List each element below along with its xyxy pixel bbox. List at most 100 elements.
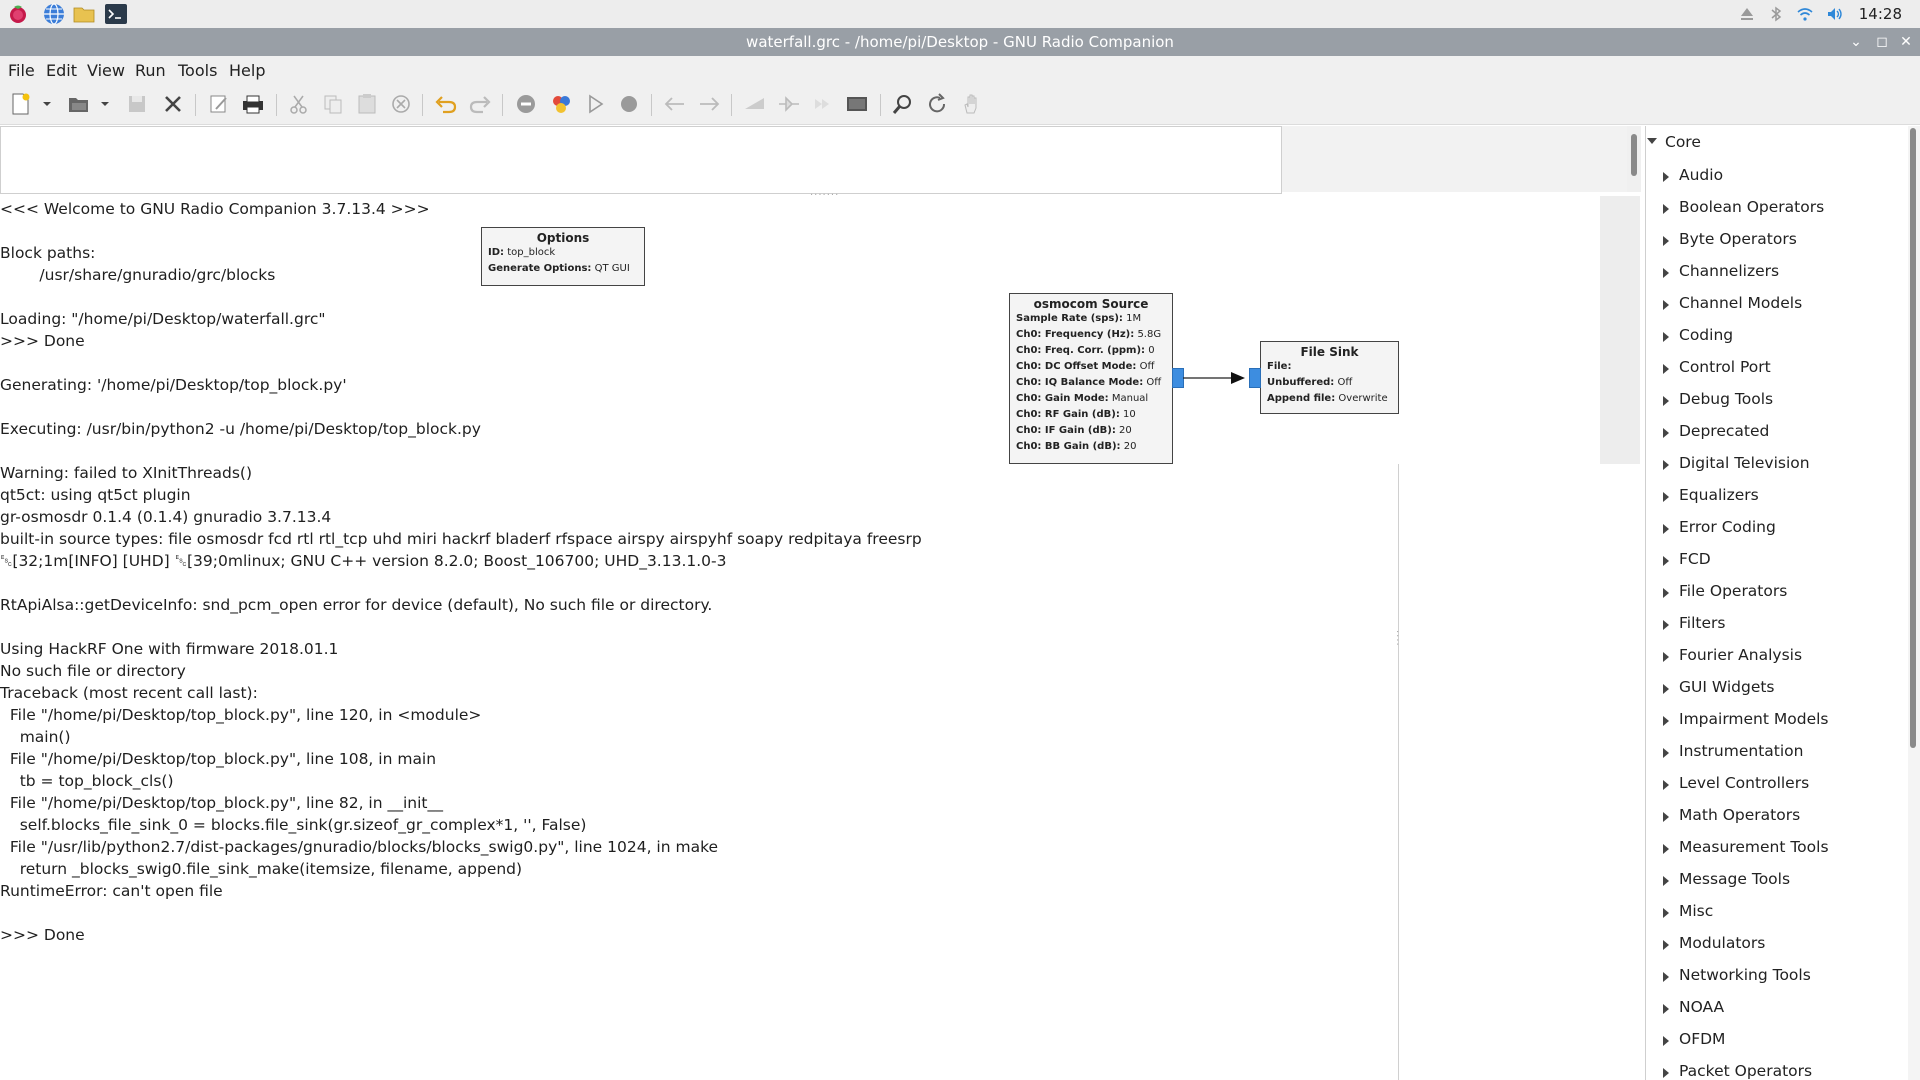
volume-icon[interactable]	[1826, 5, 1844, 23]
file-manager-icon[interactable]	[72, 2, 96, 26]
library-root-core[interactable]: Core	[1665, 133, 1701, 151]
collapsed-arrow-icon[interactable]	[1663, 684, 1669, 694]
kill-icon[interactable]	[616, 92, 642, 116]
new-dropdown-icon[interactable]	[40, 92, 54, 116]
variable-editor[interactable]	[0, 126, 1282, 194]
library-category[interactable]: Misc	[1679, 902, 1713, 920]
reload-icon[interactable]	[924, 92, 950, 116]
vertical-splitter-handle[interactable]: ····	[1391, 630, 1402, 647]
collapsed-arrow-icon[interactable]	[1663, 812, 1669, 822]
library-category[interactable]: NOAA	[1679, 998, 1724, 1016]
raspberry-menu-icon[interactable]	[6, 2, 30, 26]
library-category[interactable]: Channel Models	[1679, 294, 1802, 312]
library-category[interactable]: FCD	[1679, 550, 1711, 568]
web-browser-icon[interactable]	[42, 2, 66, 26]
terminal-icon[interactable]	[104, 2, 128, 26]
copy-icon[interactable]	[320, 92, 346, 116]
menu-view[interactable]: View	[87, 61, 125, 80]
library-category[interactable]: Instrumentation	[1679, 742, 1803, 760]
undo-icon[interactable]	[433, 92, 459, 116]
collapsed-arrow-icon[interactable]	[1663, 236, 1669, 246]
close-file-icon[interactable]	[160, 92, 186, 116]
collapsed-arrow-icon[interactable]	[1663, 652, 1669, 662]
open-dropdown-icon[interactable]	[98, 92, 112, 116]
library-category[interactable]: Equalizers	[1679, 486, 1759, 504]
collapsed-arrow-icon[interactable]	[1663, 172, 1669, 182]
wifi-icon[interactable]	[1796, 5, 1814, 23]
variable-scrollbar-thumb[interactable]	[1631, 134, 1637, 176]
collapsed-arrow-icon[interactable]	[1663, 908, 1669, 918]
collapsed-arrow-icon[interactable]	[1663, 972, 1669, 982]
new-icon[interactable]	[8, 92, 34, 116]
collapsed-arrow-icon[interactable]	[1663, 396, 1669, 406]
delete-icon[interactable]	[388, 92, 414, 116]
library-category[interactable]: Packet Operators	[1679, 1062, 1812, 1080]
maximize-icon[interactable]: ◻	[1872, 32, 1892, 52]
print-icon[interactable]	[240, 92, 266, 116]
collapsed-arrow-icon[interactable]	[1663, 332, 1669, 342]
osmocom-source-block[interactable]: osmocom Source Sample Rate (sps): 1M Ch0…	[1009, 293, 1173, 464]
collapsed-arrow-icon[interactable]	[1663, 268, 1669, 278]
cut-icon[interactable]	[286, 92, 312, 116]
collapsed-arrow-icon[interactable]	[1663, 460, 1669, 470]
collapsed-arrow-icon[interactable]	[1663, 492, 1669, 502]
collapsed-arrow-icon[interactable]	[1663, 780, 1669, 790]
library-category[interactable]: Byte Operators	[1679, 230, 1797, 248]
library-category[interactable]: Measurement Tools	[1679, 838, 1829, 856]
file-sink-block[interactable]: File Sink File: Unbuffered: Off Append f…	[1260, 341, 1399, 414]
collapsed-arrow-icon[interactable]	[1663, 588, 1669, 598]
collapsed-arrow-icon[interactable]	[1663, 204, 1669, 214]
expanded-arrow-icon[interactable]	[1647, 138, 1657, 144]
collapsed-arrow-icon[interactable]	[1663, 556, 1669, 566]
save-icon[interactable]	[124, 92, 150, 116]
library-category[interactable]: Impairment Models	[1679, 710, 1829, 728]
collapsed-arrow-icon[interactable]	[1663, 748, 1669, 758]
menu-file[interactable]: File	[8, 61, 35, 80]
screenshot-icon[interactable]	[844, 92, 870, 116]
menu-run[interactable]: Run	[135, 61, 166, 80]
collapsed-arrow-icon[interactable]	[1663, 1068, 1669, 1078]
library-category[interactable]: Boolean Operators	[1679, 198, 1824, 216]
library-category[interactable]: OFDM	[1679, 1030, 1725, 1048]
library-category[interactable]: Modulators	[1679, 934, 1765, 952]
collapsed-arrow-icon[interactable]	[1663, 844, 1669, 854]
forward-icon[interactable]	[810, 92, 836, 116]
library-category[interactable]: Fourier Analysis	[1679, 646, 1802, 664]
connection-arrow[interactable]	[1183, 368, 1251, 388]
library-category[interactable]: Audio	[1679, 166, 1723, 184]
find-icon[interactable]	[890, 92, 916, 116]
collapsed-arrow-icon[interactable]	[1663, 1036, 1669, 1046]
library-category[interactable]: Message Tools	[1679, 870, 1790, 888]
enable-icon[interactable]	[742, 92, 768, 116]
rotate-right-icon[interactable]	[696, 92, 722, 116]
eject-icon[interactable]	[1738, 5, 1756, 23]
library-category[interactable]: Math Operators	[1679, 806, 1800, 824]
hand-icon[interactable]	[958, 92, 984, 116]
library-category[interactable]: Digital Television	[1679, 454, 1810, 472]
paste-icon[interactable]	[354, 92, 380, 116]
bluetooth-icon[interactable]	[1767, 5, 1785, 23]
library-category[interactable]: Error Coding	[1679, 518, 1776, 536]
menu-edit[interactable]: Edit	[46, 61, 77, 80]
menu-help[interactable]: Help	[229, 61, 265, 80]
generate-icon[interactable]	[548, 92, 574, 116]
bypass-icon[interactable]	[776, 92, 802, 116]
library-category[interactable]: Level Controllers	[1679, 774, 1809, 792]
collapsed-arrow-icon[interactable]	[1663, 428, 1669, 438]
window-title-bar[interactable]: waterfall.grc - /home/pi/Desktop - GNU R…	[0, 28, 1920, 56]
library-scrollbar-thumb[interactable]	[1910, 128, 1916, 748]
rotate-left-icon[interactable]	[662, 92, 688, 116]
collapsed-arrow-icon[interactable]	[1663, 716, 1669, 726]
library-category[interactable]: Deprecated	[1679, 422, 1769, 440]
library-category[interactable]: Coding	[1679, 326, 1733, 344]
library-category[interactable]: Control Port	[1679, 358, 1771, 376]
collapsed-arrow-icon[interactable]	[1663, 524, 1669, 534]
library-category[interactable]: Filters	[1679, 614, 1725, 632]
collapsed-arrow-icon[interactable]	[1663, 940, 1669, 950]
library-category[interactable]: GUI Widgets	[1679, 678, 1775, 696]
menu-tools[interactable]: Tools	[178, 61, 217, 80]
library-category[interactable]: File Operators	[1679, 582, 1787, 600]
close-icon[interactable]: ✕	[1896, 32, 1916, 52]
collapsed-arrow-icon[interactable]	[1663, 620, 1669, 630]
library-category[interactable]: Debug Tools	[1679, 390, 1773, 408]
